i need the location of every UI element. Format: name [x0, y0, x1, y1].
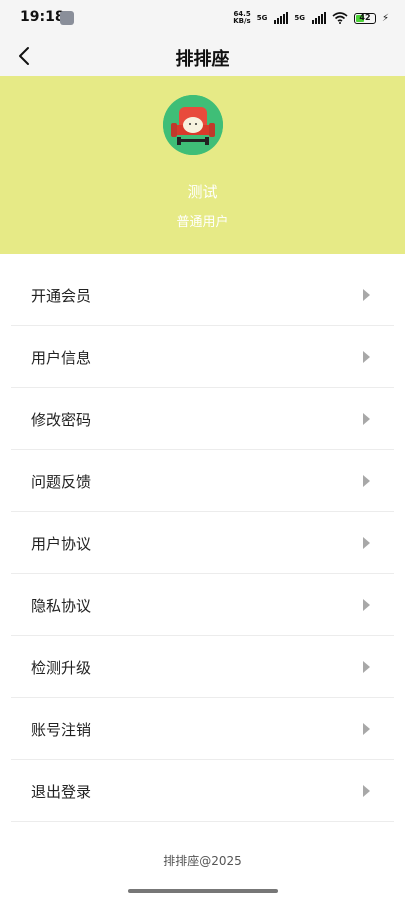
nav-bar: 排排座	[0, 36, 405, 76]
arrow-right-icon	[363, 289, 370, 301]
menu-item-user-agreement[interactable]: 用户协议	[11, 512, 394, 574]
settings-menu: 开通会员 用户信息 修改密码 问题反馈 用户协议 隐私协议 检测升级 账号注销 …	[11, 264, 394, 822]
battery-level: 42	[359, 12, 371, 22]
page-title: 排排座	[175, 49, 230, 70]
user-level: 普通用户	[176, 215, 229, 230]
menu-item-label: 问题反馈	[31, 473, 92, 491]
menu-item-check-update[interactable]: 检测升级	[11, 636, 394, 698]
menu-item-user-info[interactable]: 用户信息	[11, 326, 394, 388]
network-speed-unit: KB/s	[233, 17, 251, 25]
wrench-icon	[60, 11, 74, 25]
menu-item-open-membership[interactable]: 开通会员	[11, 264, 394, 326]
signal-icon-2	[311, 12, 326, 24]
menu-item-change-password[interactable]: 修改密码	[11, 388, 394, 450]
menu-item-logout[interactable]: 退出登录	[11, 760, 394, 822]
arrow-right-icon	[363, 351, 370, 363]
user-name: 测试	[187, 183, 218, 201]
menu-item-label: 隐私协议	[31, 597, 92, 615]
avatar[interactable]	[163, 95, 223, 155]
status-bar: 19:18 64.5 KB/s 5G 5G 42 ⚡	[0, 0, 405, 36]
wifi-icon	[332, 12, 348, 24]
menu-item-feedback[interactable]: 问题反馈	[11, 450, 394, 512]
arrow-right-icon	[363, 661, 370, 673]
profile-header: 测试 普通用户	[0, 76, 405, 254]
network-speed: 64.5 KB/s	[233, 11, 250, 25]
status-indicators: 64.5 KB/s 5G 5G 42 ⚡	[233, 8, 389, 28]
menu-item-label: 账号注销	[31, 721, 92, 739]
arrow-right-icon	[363, 599, 370, 611]
seat-icon	[163, 95, 223, 155]
battery-icon: 42	[353, 12, 376, 24]
home-indicator[interactable]	[128, 889, 278, 893]
menu-item-label: 开通会员	[31, 287, 92, 305]
status-time: 19:18	[20, 9, 65, 25]
signal-1-label: 5G	[256, 14, 268, 22]
arrow-right-icon	[363, 537, 370, 549]
menu-item-label: 修改密码	[31, 411, 92, 429]
menu-item-privacy-policy[interactable]: 隐私协议	[11, 574, 394, 636]
arrow-right-icon	[363, 723, 370, 735]
menu-item-label: 退出登录	[31, 783, 92, 801]
signal-2-label: 5G	[294, 14, 305, 22]
copyright-footer: 排排座@2025	[163, 854, 242, 868]
menu-item-label: 用户协议	[31, 535, 92, 553]
menu-item-label: 检测升级	[31, 659, 92, 677]
arrow-right-icon	[363, 785, 370, 797]
menu-item-delete-account[interactable]: 账号注销	[11, 698, 394, 760]
signal-icon	[274, 12, 289, 24]
arrow-right-icon	[363, 475, 370, 487]
charging-icon: ⚡	[381, 12, 389, 24]
menu-item-label: 用户信息	[31, 349, 92, 367]
arrow-right-icon	[363, 413, 370, 425]
